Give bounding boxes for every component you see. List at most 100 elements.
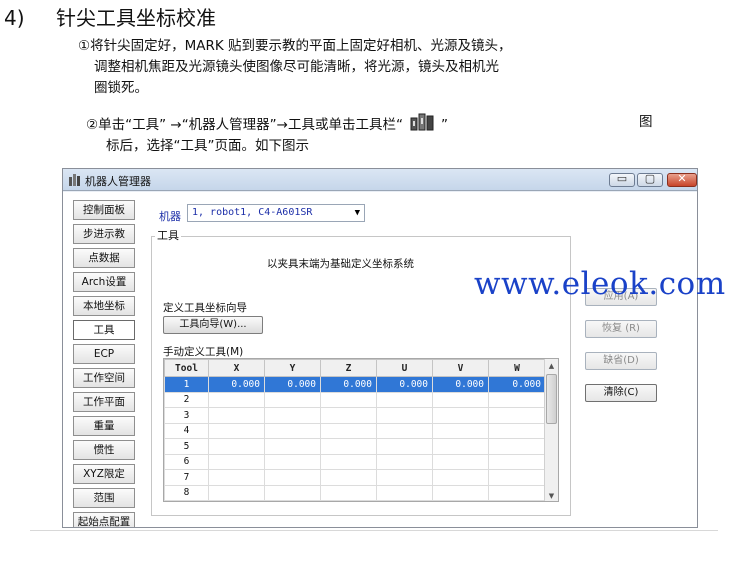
table-cell-x[interactable]: 0.000 <box>208 376 265 393</box>
sidebar-item-inertia[interactable]: 惯性 <box>73 440 135 460</box>
scroll-up-icon[interactable]: ▲ <box>545 359 558 373</box>
table-cell-tool[interactable]: 2 <box>164 391 209 408</box>
table-cell-x[interactable] <box>208 484 265 501</box>
table-row[interactable]: 5 <box>164 438 546 455</box>
table-row[interactable]: 3 <box>164 407 546 424</box>
table-cell-y[interactable] <box>264 469 321 486</box>
tool-wizard-button[interactable]: 工具向导(W)... <box>163 316 263 334</box>
table-cell-tool[interactable]: 4 <box>164 422 209 439</box>
table-cell-w[interactable] <box>488 453 546 470</box>
table-cell-y[interactable] <box>264 422 321 439</box>
instruction-paragraph-1: ①将针尖固定好，MARK 贴到要示教的平面上固定好相机、光源及镜头， 调整相机焦… <box>78 36 668 99</box>
table-cell-x[interactable] <box>208 422 265 439</box>
table-cell-u[interactable] <box>376 469 433 486</box>
table-cell-v[interactable] <box>432 407 489 424</box>
table-cell-z[interactable] <box>320 469 377 486</box>
sidebar-item-workspace[interactable]: 工作空间 <box>73 368 135 388</box>
restore-button[interactable]: 恢复 (R) <box>585 320 657 338</box>
table-cell-x[interactable] <box>208 391 265 408</box>
sidebar-item-weight[interactable]: 重量 <box>73 416 135 436</box>
sidebar-item-ecp[interactable]: ECP <box>73 344 135 364</box>
table-cell-u[interactable] <box>376 407 433 424</box>
column-header-x: X <box>208 359 265 377</box>
default-button[interactable]: 缺省(D) <box>585 352 657 370</box>
table-cell-y[interactable] <box>264 407 321 424</box>
clear-button[interactable]: 清除(C) <box>585 384 657 402</box>
table-row[interactable]: 8 <box>164 484 546 501</box>
table-cell-tool[interactable]: 7 <box>164 469 209 486</box>
table-cell-z[interactable]: 0.000 <box>320 376 377 393</box>
window-title: 机器人管理器 <box>85 175 151 188</box>
table-cell-y[interactable] <box>264 438 321 455</box>
table-cell-u[interactable] <box>376 422 433 439</box>
scroll-down-icon[interactable]: ▼ <box>545 489 558 501</box>
table-cell-v[interactable] <box>432 391 489 408</box>
tool-wizard-label: 定义工具坐标向导 <box>163 302 247 314</box>
close-icon: ✕ <box>677 172 687 185</box>
table-row[interactable]: 6 <box>164 453 546 470</box>
minimize-button[interactable]: ▭ <box>609 172 635 187</box>
table-cell-w[interactable] <box>488 422 546 439</box>
table-cell-z[interactable] <box>320 422 377 439</box>
sidebar-item-points[interactable]: 点数据 <box>73 248 135 268</box>
sidebar-item-control-panel[interactable]: 控制面板 <box>73 200 135 220</box>
table-cell-x[interactable] <box>208 407 265 424</box>
table-cell-z[interactable] <box>320 407 377 424</box>
table-cell-w[interactable] <box>488 469 546 486</box>
table-cell-v[interactable] <box>432 469 489 486</box>
table-cell-w[interactable] <box>488 484 546 501</box>
table-row[interactable]: 2 <box>164 391 546 408</box>
table-cell-u[interactable] <box>376 453 433 470</box>
sidebar-item-tools[interactable]: 工具 <box>73 320 135 340</box>
table-cell-z[interactable] <box>320 438 377 455</box>
window-titlebar[interactable]: 机器人管理器 ▭ ▢ ✕ <box>63 169 697 191</box>
table-cell-y[interactable] <box>264 453 321 470</box>
table-cell-v[interactable] <box>432 484 489 501</box>
table-cell-v[interactable] <box>432 453 489 470</box>
scroll-thumb[interactable] <box>546 374 557 424</box>
table-cell-tool[interactable]: 1 <box>164 376 209 393</box>
table-cell-z[interactable] <box>320 391 377 408</box>
table-cell-y[interactable] <box>264 391 321 408</box>
table-cell-u[interactable] <box>376 438 433 455</box>
table-cell-w[interactable] <box>488 407 546 424</box>
table-cell-w[interactable] <box>488 391 546 408</box>
table-cell-x[interactable] <box>208 438 265 455</box>
table-row[interactable]: 1 0.000 0.000 0.000 0.000 0.000 0.000 <box>164 376 546 393</box>
robot-manager-icon <box>69 174 80 186</box>
table-cell-x[interactable] <box>208 453 265 470</box>
table-cell-v[interactable] <box>432 422 489 439</box>
close-button[interactable]: ✕ <box>667 172 697 187</box>
sidebar-item-xyz-limits[interactable]: XYZ限定 <box>73 464 135 484</box>
table-cell-x[interactable] <box>208 469 265 486</box>
grid-scrollbar[interactable]: ▲ ▼ <box>544 359 558 501</box>
table-cell-u[interactable] <box>376 391 433 408</box>
table-cell-z[interactable] <box>320 484 377 501</box>
table-cell-w[interactable]: 0.000 <box>488 376 546 393</box>
instruction-2-line-2: 标后，选择“工具”页面。如下图示 <box>106 138 309 154</box>
table-cell-u[interactable]: 0.000 <box>376 376 433 393</box>
maximize-button[interactable]: ▢ <box>637 172 663 187</box>
table-cell-y[interactable]: 0.000 <box>264 376 321 393</box>
robot-select[interactable]: 1, robot1, C4-A601SR ▼ <box>187 204 365 222</box>
table-cell-tool[interactable]: 3 <box>164 407 209 424</box>
table-cell-tool[interactable]: 8 <box>164 484 209 501</box>
sidebar-item-home-config[interactable]: 起始点配置 <box>73 512 135 527</box>
section-number: 4) <box>4 6 25 30</box>
sidebar-item-jog-teach[interactable]: 步进示教 <box>73 224 135 244</box>
table-cell-v[interactable] <box>432 438 489 455</box>
sidebar-item-work-plane[interactable]: 工作平面 <box>73 392 135 412</box>
table-row[interactable]: 4 <box>164 422 546 439</box>
table-cell-w[interactable] <box>488 438 546 455</box>
table-cell-z[interactable] <box>320 453 377 470</box>
tool-grid[interactable]: Tool X Y Z U V W 1 0.000 0.000 0.000 0.000 0.… <box>163 358 559 502</box>
table-cell-u[interactable] <box>376 484 433 501</box>
sidebar-item-local[interactable]: 本地坐标 <box>73 296 135 316</box>
sidebar-item-arch[interactable]: Arch设置 <box>73 272 135 292</box>
table-cell-tool[interactable]: 6 <box>164 453 209 470</box>
table-cell-tool[interactable]: 5 <box>164 438 209 455</box>
table-cell-v[interactable]: 0.000 <box>432 376 489 393</box>
table-row[interactable]: 7 <box>164 469 546 486</box>
table-cell-y[interactable] <box>264 484 321 501</box>
sidebar-item-range[interactable]: 范围 <box>73 488 135 508</box>
